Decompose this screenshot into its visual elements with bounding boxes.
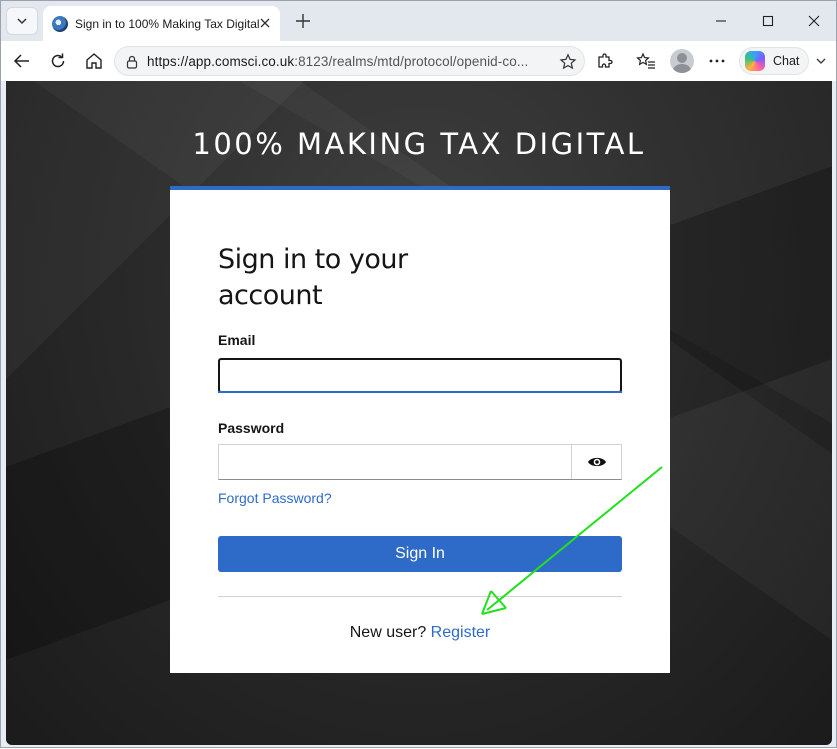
password-label: Password [218, 420, 285, 436]
password-field[interactable] [219, 445, 572, 479]
tab-active[interactable]: Sign in to 100% Making Tax Digital [43, 6, 280, 41]
more-icon [709, 59, 725, 63]
star-icon[interactable] [558, 52, 578, 72]
refresh-icon [51, 53, 65, 68]
chat-label: Chat [773, 54, 800, 68]
divider [218, 596, 622, 597]
maximize-button[interactable] [756, 9, 780, 33]
minimize-button[interactable] [709, 9, 733, 33]
browser-window: Sign in to 100% Making Tax Digital https… [0, 0, 837, 748]
email-field-focus-underline [218, 391, 622, 393]
browser-toolbar: https://app.comsci.co.uk:8123/realms/mtd… [1, 41, 836, 81]
tab-title: Sign in to 100% Making Tax Digital [75, 16, 260, 31]
lock-icon[interactable] [123, 53, 141, 71]
home-icon [86, 53, 102, 69]
forgot-password-link[interactable]: Forgot Password? [218, 490, 332, 506]
email-label: Email [218, 332, 256, 348]
brand-title: 100% MAKING TAX DIGITAL [192, 127, 646, 161]
close-window-button[interactable] [802, 9, 826, 33]
copilot-chat-button[interactable]: Chat [739, 47, 809, 75]
maximize-icon [762, 15, 774, 27]
favorites-icon [636, 52, 655, 69]
refresh-button[interactable] [46, 49, 70, 73]
page-title: Sign in to your account [218, 244, 408, 311]
tab-list-icon [17, 18, 27, 25]
url-host: https://app.comsci.co.uk [147, 54, 295, 69]
more-button[interactable] [705, 49, 729, 73]
register-row: New user? Register [170, 624, 670, 642]
tab-bar: Sign in to 100% Making Tax Digital [1, 1, 836, 41]
chevron-down-icon[interactable] [813, 53, 829, 69]
favorites-button[interactable] [634, 49, 658, 73]
new-tab-button[interactable] [291, 9, 315, 33]
password-group [218, 444, 622, 480]
close-icon[interactable] [258, 16, 272, 30]
copilot-icon [745, 51, 765, 71]
address-bar[interactable]: https://app.comsci.co.uk:8123/realms/mtd… [114, 46, 585, 76]
new-user-text: New user? [349, 624, 427, 641]
tab-list-button[interactable] [6, 7, 38, 35]
favicon-icon [52, 15, 68, 32]
url-path: :8123/realms/mtd/protocol/openid-co... [294, 54, 529, 69]
extensions-icon [598, 53, 613, 68]
sign-in-button[interactable]: Sign In [218, 536, 622, 572]
show-password-button[interactable] [571, 445, 621, 479]
login-card: Sign in to your account Email Password F… [170, 186, 670, 673]
url-text: https://app.comsci.co.uk:8123/realms/mtd… [147, 54, 552, 69]
register-link[interactable]: Register [431, 624, 491, 641]
extensions-button[interactable] [593, 49, 617, 73]
email-field[interactable] [218, 358, 622, 393]
back-icon [13, 54, 29, 68]
home-button[interactable] [82, 49, 106, 73]
minimize-icon [716, 20, 726, 22]
page-content: 100% MAKING TAX DIGITAL Sign in to your … [6, 81, 832, 745]
back-button[interactable] [10, 49, 34, 73]
eye-icon [587, 457, 606, 467]
close-window-icon [808, 15, 820, 27]
plus-icon [296, 14, 310, 28]
avatar[interactable] [670, 49, 694, 73]
